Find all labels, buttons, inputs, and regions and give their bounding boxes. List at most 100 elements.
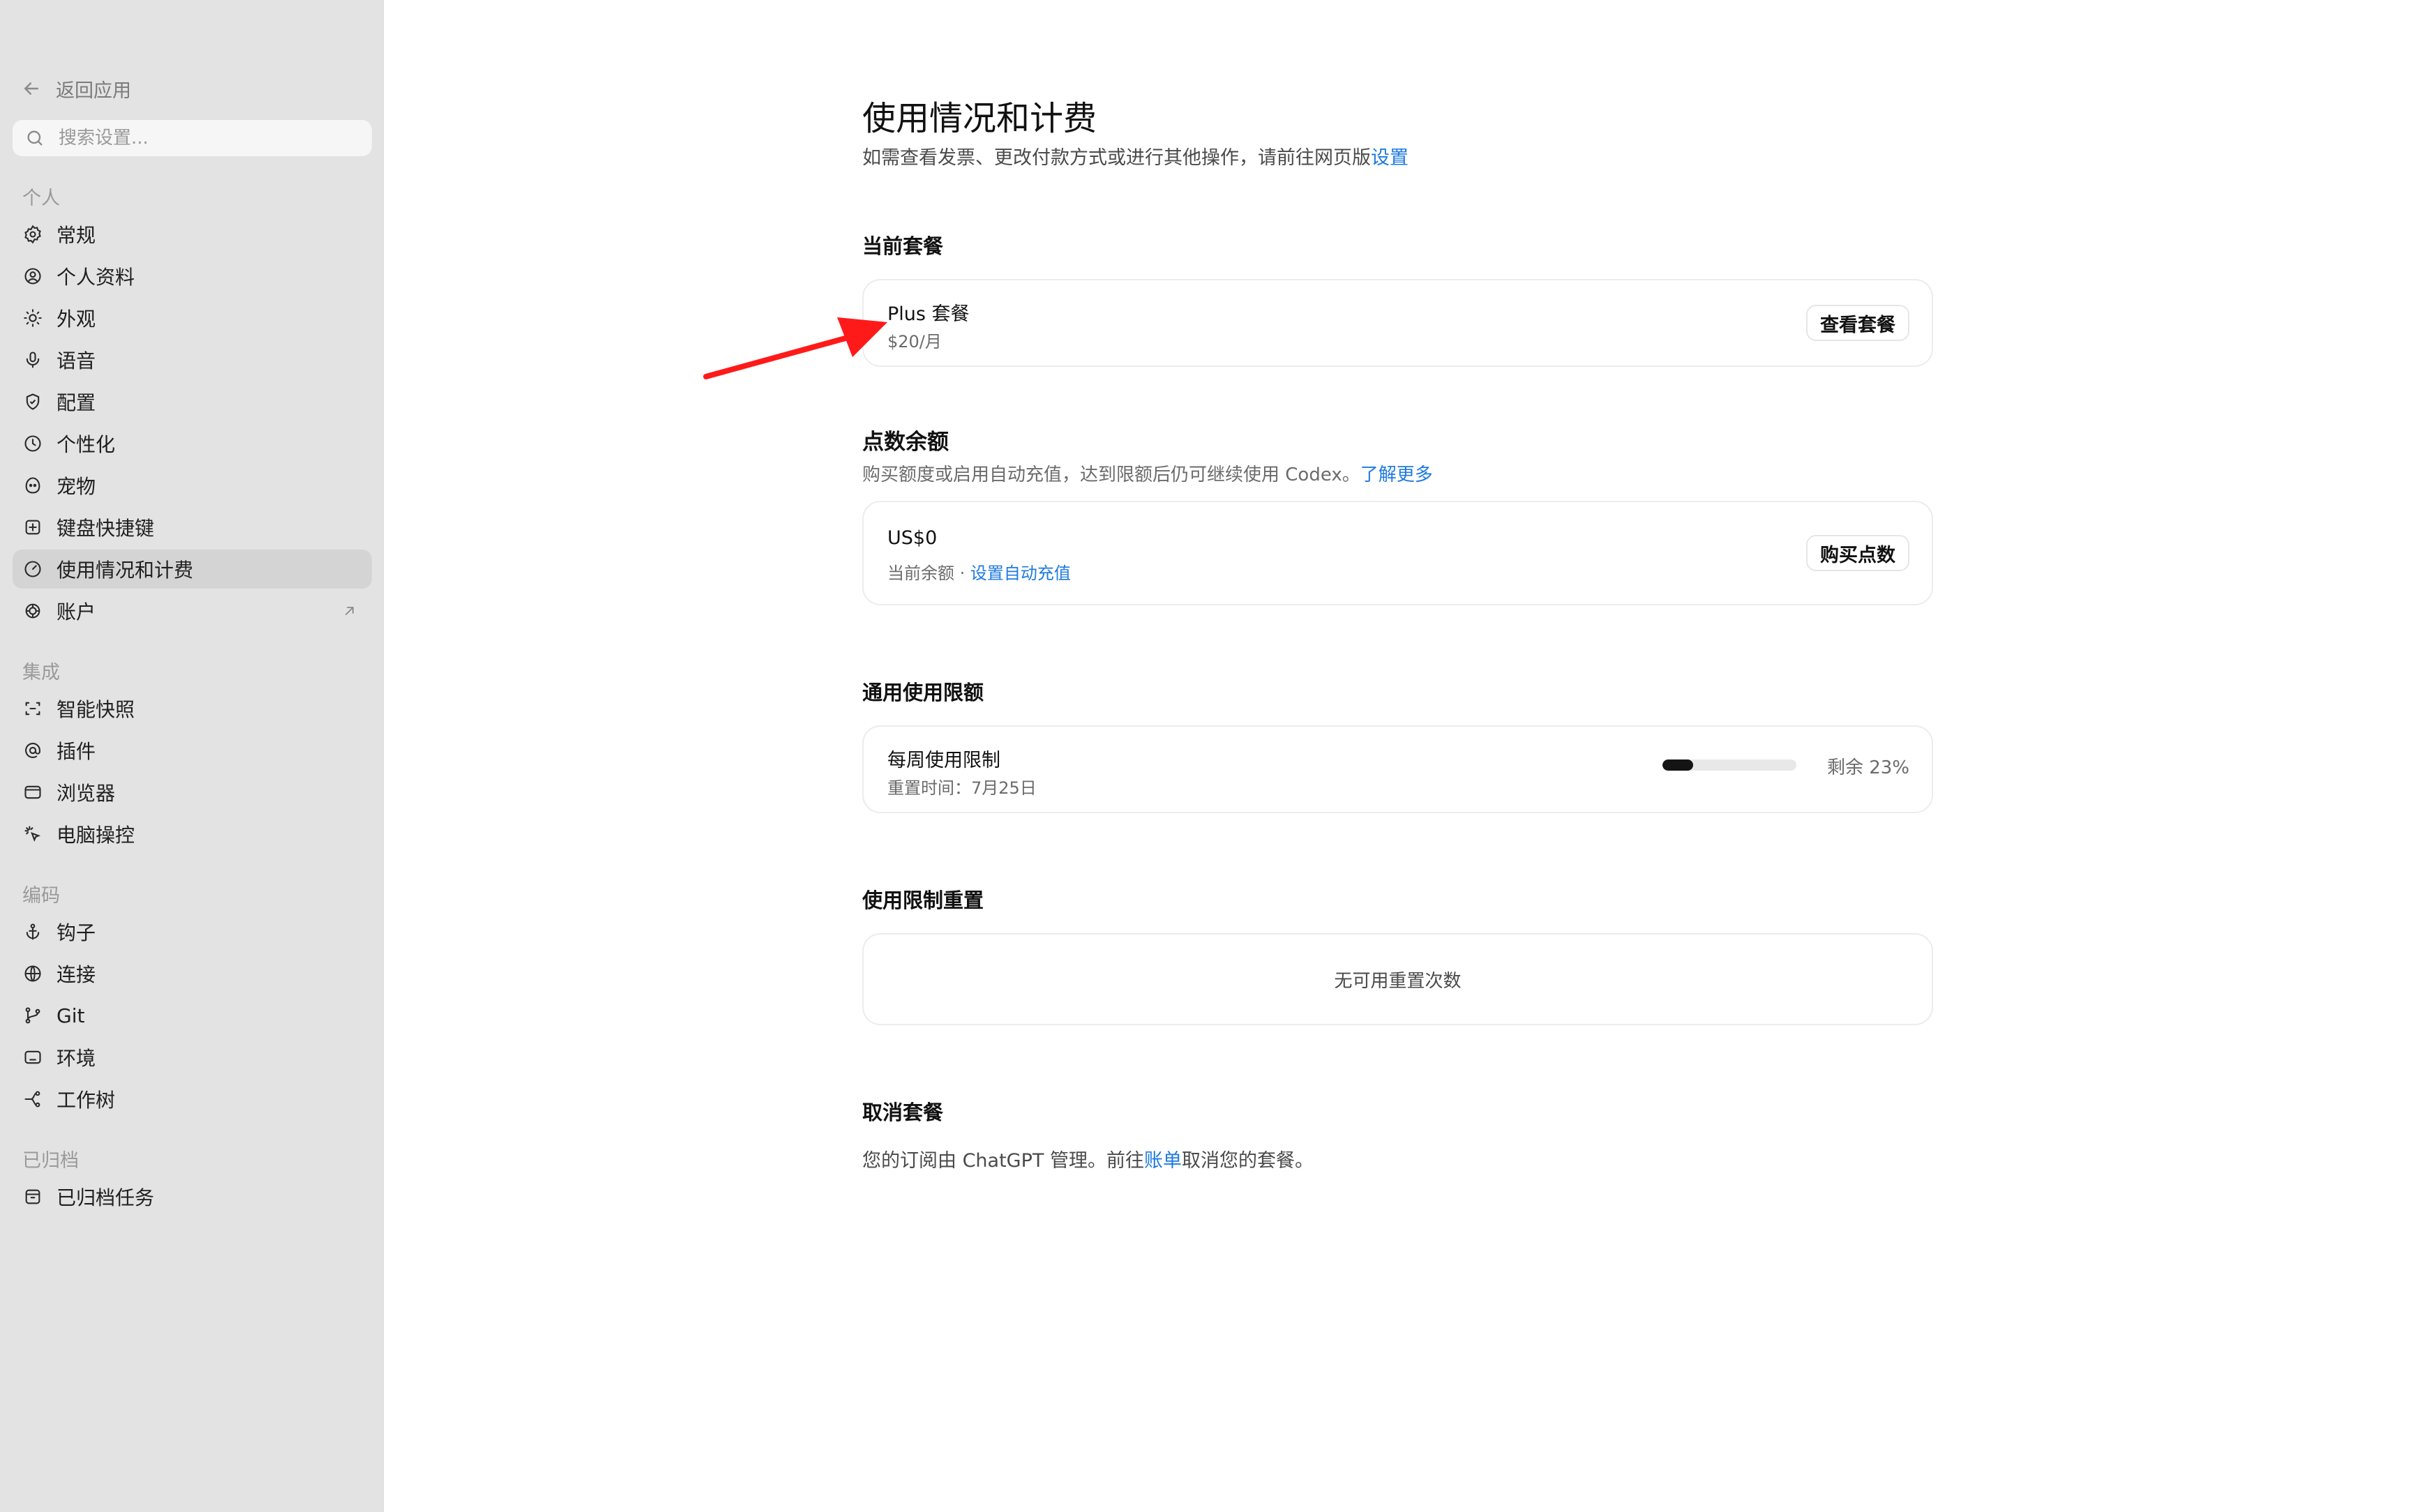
clock-icon (24, 435, 41, 452)
sidebar-item-environments[interactable]: 环境 (13, 1038, 372, 1077)
cancel-plan-text: 您的订阅由 ChatGPT 管理。前往账单取消您的套餐。 (862, 1145, 1314, 1172)
sidebar-item-personalization[interactable]: 个性化 (13, 424, 372, 463)
weekly-limit-title: 每周使用限制 (887, 750, 1000, 771)
section-personal: 个人 (22, 188, 60, 209)
sidebar-item-usage[interactable]: 使用情况和计费 (13, 550, 372, 589)
plan-price: $20/月 (887, 332, 942, 351)
sidebar-item-label: 已归档任务 (57, 1186, 155, 1209)
cancel-text-after: 取消您的套餐。 (1181, 1150, 1314, 1172)
sidebar-item-snapshots[interactable]: 智能快照 (13, 689, 372, 728)
sidebar-item-voice[interactable]: 语音 (13, 340, 372, 379)
keyboard-shortcut-icon (25, 520, 40, 535)
back-to-app-button[interactable]: 返回应用 (21, 71, 131, 106)
sidebar-item-appearance[interactable]: 外观 (13, 298, 372, 338)
weekly-reset-time: 重置时间：7月25日 (887, 778, 1037, 798)
credits-heading: 点数余额 (862, 430, 949, 455)
section-coding: 编码 (22, 885, 60, 907)
usage-limits-card: 每周使用限制 重置时间：7月25日 剩余 23% (862, 725, 1933, 813)
user-circle-icon (24, 268, 41, 285)
remaining-percentage: 剩余 23% (1826, 757, 1909, 778)
globe-icon (24, 965, 41, 982)
sidebar-item-archived-tasks[interactable]: 已归档任务 (13, 1177, 372, 1216)
buy-credits-button[interactable]: 购买点数 (1806, 535, 1909, 571)
sidebar-item-config[interactable]: 配置 (13, 382, 372, 421)
shield-icon (26, 393, 40, 410)
gear-icon (24, 225, 41, 244)
usage-limits-heading: 通用使用限额 (862, 681, 984, 704)
billing-link[interactable]: 账单 (1144, 1150, 1182, 1172)
sidebar-item-account[interactable]: 账户 (13, 591, 372, 630)
learn-more-link[interactable]: 了解更多 (1360, 464, 1433, 485)
sidebar-item-label: 个性化 (57, 433, 116, 456)
browser-window-icon (24, 785, 41, 799)
sidebar-item-computer-use[interactable]: 电脑操控 (13, 815, 372, 854)
sidebar-item-label: Git (57, 1004, 85, 1027)
page-subtitle: 如需查看发票、更改付款方式或进行其他操作，请前往网页版设置 (862, 142, 1409, 169)
sidebar-item-label: 连接 (57, 963, 96, 986)
worktree-icon (24, 1091, 40, 1107)
sidebar-item-connections[interactable]: 连接 (13, 954, 372, 993)
sidebar-item-worktrees[interactable]: 工作树 (13, 1080, 372, 1119)
sidebar-item-profile[interactable]: 个人资料 (13, 257, 372, 296)
balance-label: 当前余额 · (887, 564, 970, 583)
subtitle-text: 如需查看发票、更改付款方式或进行其他操作，请前往网页版 (862, 147, 1371, 169)
section-archived: 已归档 (22, 1150, 79, 1172)
sidebar-item-label: 环境 (57, 1047, 96, 1070)
sidebar-item-plugins[interactable]: 插件 (13, 731, 372, 770)
auto-recharge-link[interactable]: 设置自动充值 (970, 564, 1071, 583)
sidebar-item-label: 智能快照 (57, 698, 135, 721)
limit-resets-card: 无可用重置次数 (862, 933, 1933, 1025)
web-settings-link[interactable]: 设置 (1371, 147, 1409, 169)
sidebar-item-label: 键盘快捷键 (57, 517, 155, 540)
gauge-icon (24, 561, 41, 577)
settings-search[interactable] (13, 120, 372, 156)
sidebar-item-label: 电脑操控 (57, 824, 135, 847)
sidebar-item-git[interactable]: Git (13, 996, 372, 1035)
sidebar-item-pets[interactable]: 宠物 (13, 466, 372, 505)
credits-description: 购买额度或启用自动充值，达到限额后仍可继续使用 Codex。了解更多 (862, 460, 1433, 486)
openai-logo-icon (25, 603, 40, 619)
sidebar-item-general[interactable]: 常规 (13, 215, 372, 254)
sidebar-item-browser[interactable]: 浏览器 (13, 773, 372, 812)
external-link-icon (345, 607, 354, 615)
arrow-left-icon (24, 82, 38, 95)
sidebar-item-hooks[interactable]: 钩子 (13, 912, 372, 951)
cancel-plan-heading: 取消套餐 (862, 1101, 944, 1124)
cursor-click-icon (24, 826, 40, 842)
sidebar-item-label: 浏览器 (57, 782, 116, 805)
sidebar-item-label: 使用情况和计费 (57, 559, 194, 582)
section-integrations: 集成 (22, 662, 60, 683)
sidebar-item-label: 工作树 (57, 1089, 116, 1112)
archive-box-icon (25, 1189, 40, 1204)
current-plan-card: Plus 套餐 $20/月 查看套餐 (862, 279, 1933, 367)
cancel-text-before: 您的订阅由 ChatGPT 管理。前往 (862, 1150, 1144, 1172)
search-input[interactable] (59, 128, 352, 149)
sidebar-item-label: 语音 (57, 349, 96, 372)
anchor-icon (26, 923, 40, 940)
git-branch-icon (25, 1007, 40, 1024)
credits-balance-row: 当前余额 · 设置自动充值 (887, 559, 1071, 584)
credits-balance: US$0 (887, 527, 938, 549)
no-resets-text: 无可用重置次数 (1334, 971, 1462, 992)
sidebar-item-label: 常规 (57, 224, 96, 247)
limit-resets-heading: 使用限制重置 (862, 889, 984, 912)
search-icon (27, 130, 43, 146)
microphone-icon (26, 351, 40, 368)
back-label: 返回应用 (56, 80, 131, 102)
current-plan-heading: 当前套餐 (862, 234, 944, 258)
sidebar-item-label: 账户 (57, 600, 96, 623)
sidebar-item-label: 钩子 (57, 921, 96, 944)
sidebar-item-label: 外观 (57, 308, 96, 331)
scan-frame-icon (25, 702, 40, 716)
sidebar-item-label: 插件 (57, 740, 96, 763)
sidebar-item-label: 个人资料 (57, 266, 135, 289)
plan-name: Plus 套餐 (887, 303, 970, 325)
at-sign-icon (25, 743, 40, 758)
view-plans-button[interactable]: 查看套餐 (1806, 305, 1909, 341)
sidebar-item-label: 宠物 (57, 475, 96, 498)
sidebar-item-shortcuts[interactable]: 键盘快捷键 (13, 508, 372, 547)
sidebar-item-label: 配置 (57, 391, 96, 414)
arrow-shaft (703, 332, 861, 379)
sidebar: 返回应用 个人 常规 个人资料 外观 语音 配置 个性化 宠物 键盘快捷键 使用… (0, 0, 384, 1512)
credits-desc-text: 购买额度或启用自动充值，达到限额后仍可继续使用 Codex。 (862, 464, 1360, 485)
